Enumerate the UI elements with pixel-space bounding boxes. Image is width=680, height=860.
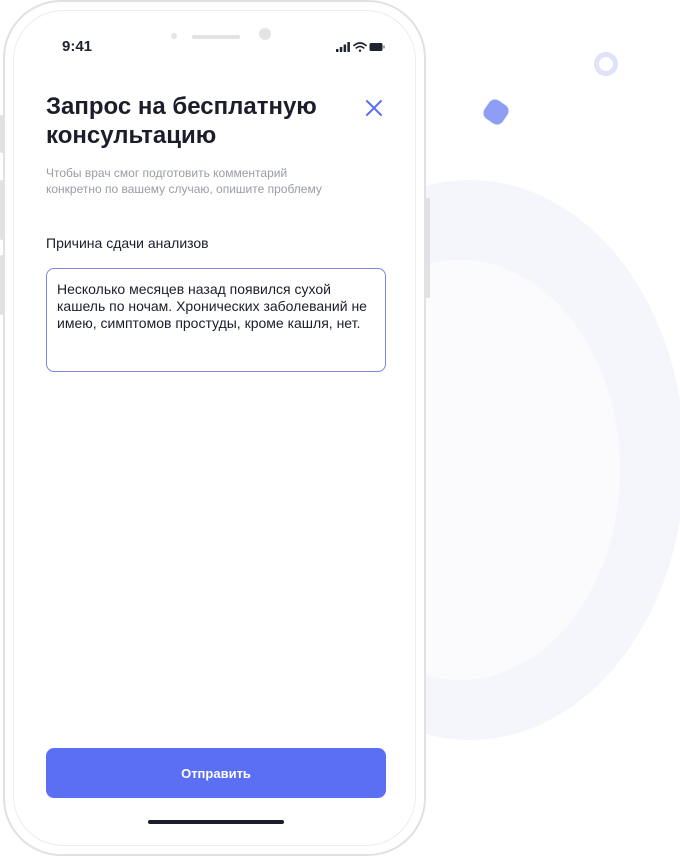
phone-side-button-volume-up xyxy=(0,180,5,240)
status-bar-icons xyxy=(336,40,386,52)
wifi-icon xyxy=(353,42,367,52)
signal-icon xyxy=(336,42,350,52)
notch-speaker xyxy=(192,35,240,39)
reason-field-label: Причина сдачи анализов xyxy=(46,235,209,251)
submit-button[interactable]: Отправить xyxy=(46,748,386,798)
decorative-ring xyxy=(594,52,618,76)
phone-side-button-power xyxy=(425,198,430,298)
home-indicator xyxy=(148,820,284,824)
status-bar-time: 9:41 xyxy=(62,38,93,55)
phone-side-button-volume-down xyxy=(0,255,5,315)
phone-side-button-silent xyxy=(0,115,5,153)
close-icon[interactable] xyxy=(363,97,385,119)
battery-icon xyxy=(369,43,385,51)
decorative-square xyxy=(480,96,512,128)
reason-textarea[interactable]: Несколько месяцев назад появился сухой к… xyxy=(46,268,386,372)
notch-camera xyxy=(259,28,271,40)
submit-button-label: Отправить xyxy=(181,765,251,781)
page-description: Чтобы врач смог подготовить комментарий … xyxy=(46,166,322,196)
notch-sensor xyxy=(171,33,177,39)
page-title: Запрос на бесплатную консультацию xyxy=(46,93,317,149)
